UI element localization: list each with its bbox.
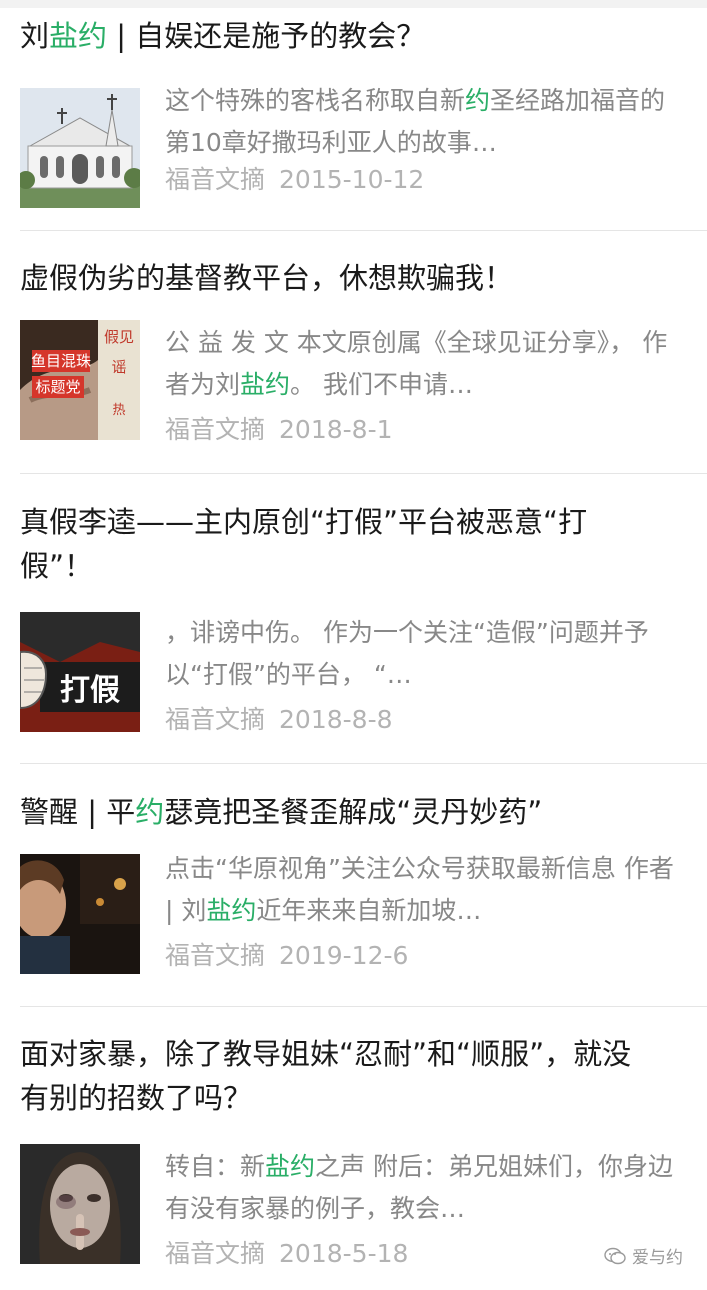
- text-segment: 近年来来自新加坡…: [256, 896, 482, 925]
- article-summary: 转自：新盐约之声 附后：弟兄姐妹们，你身边有没有家暴的例子，教会…: [165, 1146, 680, 1230]
- article-source: 福音文摘: [165, 705, 266, 734]
- wechat-icon: [604, 1247, 626, 1264]
- article-meta: 福音文摘 2015-10-12: [165, 160, 424, 200]
- poster-text: 打假: [60, 673, 120, 708]
- keyword-highlight: 约: [465, 86, 491, 115]
- poster-text: 假见: [104, 328, 134, 346]
- article-title[interactable]: 面对家暴，除了教导姐妹“忍耐”和“顺服”，就没有别的招数了吗？: [20, 1032, 640, 1120]
- text-segment: 虚假伪劣的基督教平台，休想欺骗我！: [20, 261, 514, 295]
- article-summary: 点击“华原视角”关注公众号获取最新信息 作者 | 刘盐约近年来来自新加坡…: [165, 848, 680, 932]
- article-date: 2015-10-12: [279, 165, 425, 194]
- fist-anti-fake-image: 打假: [20, 612, 140, 732]
- article-title[interactable]: 刘盐约 | 自娱还是施予的教会？: [20, 14, 680, 58]
- text-segment: 面对家暴，除了教导姐妹“忍耐”和“顺服”，就没有别的招数了吗？: [20, 1037, 632, 1115]
- poster-text: 谣: [111, 358, 126, 376]
- account-watermark: 爱与约: [604, 1243, 683, 1268]
- article-title[interactable]: 真假李逵——主内原创“打假”平台被恶意“打假”！: [20, 500, 640, 588]
- article-meta: 福音文摘 2018-5-18: [165, 1234, 408, 1274]
- article-source: 福音文摘: [165, 941, 266, 970]
- poster-text: 鱼目混珠: [31, 352, 91, 370]
- text-segment: 刘: [20, 19, 50, 53]
- poster-text: 标题党: [35, 378, 80, 396]
- article-summary: 这个特殊的客栈名称取自新约圣经路加福音的第10章好撒玛利亚人的故事…: [165, 80, 680, 164]
- bruised-woman-image: [20, 1144, 140, 1264]
- top-edge: [0, 0, 707, 8]
- keyword-highlight: 盐约: [265, 1152, 316, 1181]
- text-segment: 真假李逵——主内原创“打假”平台被恶意“打假”！: [20, 505, 588, 583]
- article-summary: 公 益 发 文 本文原创属《全球见证分享》， 作者为刘盐约。 我们不申请…: [165, 322, 680, 406]
- article-title[interactable]: 警醒 | 平约瑟竟把圣餐歪解成“灵丹妙药”: [20, 790, 680, 834]
- divider: [20, 763, 707, 764]
- poster-text: 热: [112, 403, 125, 418]
- article-meta: 福音文摘 2018-8-1: [165, 410, 393, 450]
- preacher-portrait-image: [20, 854, 140, 974]
- text-segment: ，诽谤中伤。 作为一个关注“造假”问题并予以“打假”的平台， “…: [165, 618, 649, 689]
- divider: [20, 473, 707, 474]
- divider: [20, 1006, 707, 1007]
- keyword-highlight: 盐约: [49, 19, 108, 53]
- article-date: 2019-12-6: [279, 941, 409, 970]
- article-date: 2018-5-18: [279, 1239, 409, 1268]
- keyword-highlight: 约: [135, 795, 165, 829]
- text-segment: 这个特殊的客栈名称取自新: [165, 86, 466, 115]
- article-date: 2018-8-1: [279, 415, 393, 444]
- church-building-image: [20, 88, 140, 208]
- text-segment: | 自娱还是施予的教会？: [107, 19, 426, 53]
- watermark-label: 爱与约: [632, 1248, 683, 1268]
- article-meta: 福音文摘 2019-12-6: [165, 936, 408, 976]
- text-segment: 。 我们不申请…: [290, 370, 473, 399]
- keyword-highlight: 盐约: [206, 896, 257, 925]
- divider: [20, 230, 707, 231]
- text-segment: 转自：新: [165, 1152, 266, 1181]
- text-segment: 警醒 | 平: [20, 795, 136, 829]
- article-title[interactable]: 虚假伪劣的基督教平台，休想欺骗我！: [20, 256, 680, 300]
- article-summary: ，诽谤中伤。 作为一个关注“造假”问题并予以“打假”的平台， “…: [165, 612, 680, 696]
- article-source: 福音文摘: [165, 1239, 266, 1268]
- article-source: 福音文摘: [165, 165, 266, 194]
- text-segment: 瑟竟把圣餐歪解成“灵丹妙药”: [164, 795, 543, 829]
- article-meta: 福音文摘 2018-8-8: [165, 700, 393, 740]
- keyword-highlight: 盐约: [240, 370, 291, 399]
- fake-news-poster-image: 鱼目混珠 标题党 假见 谣 热: [20, 320, 140, 440]
- article-date: 2018-8-8: [279, 705, 393, 734]
- article-source: 福音文摘: [165, 415, 266, 444]
